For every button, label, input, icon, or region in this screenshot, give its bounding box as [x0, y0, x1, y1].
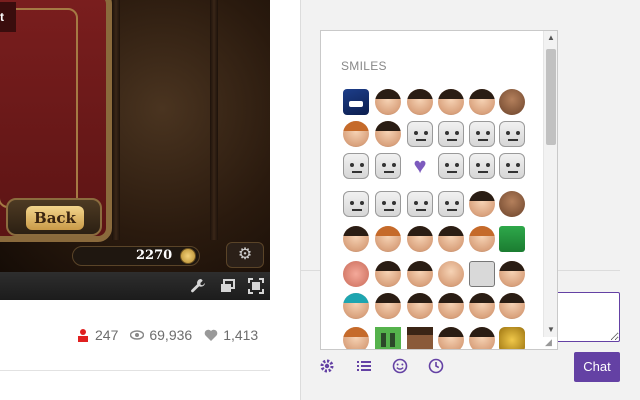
emote-face[interactable]: [375, 89, 401, 115]
scroll-up-arrow-icon[interactable]: ▲: [544, 31, 557, 45]
emote-face[interactable]: [407, 89, 433, 115]
emote-face[interactable]: [407, 293, 433, 319]
list-icon[interactable]: [355, 358, 373, 376]
emote-robot[interactable]: [343, 191, 369, 217]
emote-face[interactable]: [469, 226, 495, 252]
emote-robot[interactable]: [469, 153, 495, 179]
emote-popup[interactable]: SMILES ♥ ▲ ▼ ◢: [320, 30, 558, 350]
emote-face[interactable]: [469, 327, 495, 349]
emote-scrollbar[interactable]: ▲ ▼: [543, 31, 557, 337]
emote-robot[interactable]: [407, 191, 433, 217]
settings-icon[interactable]: [318, 358, 336, 376]
views-count: 69,936: [149, 327, 193, 343]
emote-steve[interactable]: [407, 327, 433, 349]
video-player[interactable]: t Back 2270 ⚙: [0, 0, 270, 272]
emote-face[interactable]: [375, 261, 401, 287]
emote-heart[interactable]: ♥: [407, 153, 433, 179]
emote-face[interactable]: [438, 327, 464, 349]
history-icon[interactable]: [427, 358, 445, 376]
emote-icon[interactable]: [391, 358, 409, 376]
stream-stats: 247 69,936 1,413: [76, 326, 270, 344]
eye-icon: [130, 330, 145, 340]
wrench-icon[interactable]: [190, 278, 206, 294]
emote-section-title: SMILES: [341, 59, 387, 73]
emote-face[interactable]: [438, 293, 464, 319]
emote-face[interactable]: [343, 121, 369, 147]
heart-icon: [204, 329, 218, 341]
emote-skull[interactable]: [499, 327, 525, 349]
chat-send-button[interactable]: Chat: [574, 352, 620, 382]
emote-face[interactable]: [407, 261, 433, 287]
game-gear-icon: ⚙: [226, 242, 264, 268]
emote-face[interactable]: [343, 293, 369, 319]
viewers-stat: 247: [76, 327, 118, 343]
game-back-label: Back: [26, 206, 84, 230]
emote-face[interactable]: [438, 261, 464, 287]
emote-face[interactable]: [438, 226, 464, 252]
scroll-down-arrow-icon[interactable]: ▼: [544, 323, 557, 337]
emote-creeper[interactable]: [375, 327, 401, 349]
emote-green[interactable]: [499, 226, 525, 252]
emote-face[interactable]: [499, 293, 525, 319]
viewers-count: 247: [95, 327, 119, 343]
emote-face[interactable]: [343, 327, 369, 349]
game-back-button: Back: [6, 198, 102, 236]
followers-stat: 1,413: [204, 327, 258, 343]
emote-face[interactable]: [343, 226, 369, 252]
player-controls-bar: [0, 272, 270, 300]
fullscreen-icon[interactable]: [248, 278, 264, 294]
stream-page: t Back 2270 ⚙ 247 69,936 1,413 Chat SMIL…: [0, 0, 640, 400]
emote-face[interactable]: [469, 89, 495, 115]
emote-robot[interactable]: [407, 121, 433, 147]
emote-sign[interactable]: [469, 261, 495, 287]
views-stat: 69,936: [130, 327, 192, 343]
emote-robot[interactable]: [438, 121, 464, 147]
followers-count: 1,413: [223, 327, 259, 343]
emote-robot[interactable]: [375, 153, 401, 179]
emote-face[interactable]: [499, 261, 525, 287]
resize-handle-icon[interactable]: ◢: [545, 337, 555, 347]
viewers-icon: [78, 329, 88, 342]
emote-face[interactable]: [375, 293, 401, 319]
emote-face[interactable]: [499, 191, 525, 217]
emote-face[interactable]: [438, 89, 464, 115]
emote-face[interactable]: [469, 191, 495, 217]
emote-face[interactable]: [469, 293, 495, 319]
emote-robot[interactable]: [438, 191, 464, 217]
emote-face[interactable]: [499, 89, 525, 115]
popout-icon[interactable]: [220, 278, 236, 294]
game-top-tag: t: [0, 2, 16, 32]
emote-robot[interactable]: [343, 153, 369, 179]
gold-value: 2270: [136, 248, 173, 263]
emote-face[interactable]: [343, 261, 369, 287]
scroll-thumb[interactable]: [546, 49, 556, 145]
emote-shark[interactable]: [343, 89, 369, 115]
emote-face[interactable]: [375, 121, 401, 147]
gold-coin-icon: [180, 248, 196, 264]
emote-robot[interactable]: [499, 121, 525, 147]
emote-robot[interactable]: [499, 153, 525, 179]
content-divider: [0, 370, 270, 371]
emote-robot[interactable]: [375, 191, 401, 217]
emote-robot[interactable]: [438, 153, 464, 179]
emote-robot[interactable]: [469, 121, 495, 147]
emote-face[interactable]: [375, 226, 401, 252]
emote-face[interactable]: [407, 226, 433, 252]
